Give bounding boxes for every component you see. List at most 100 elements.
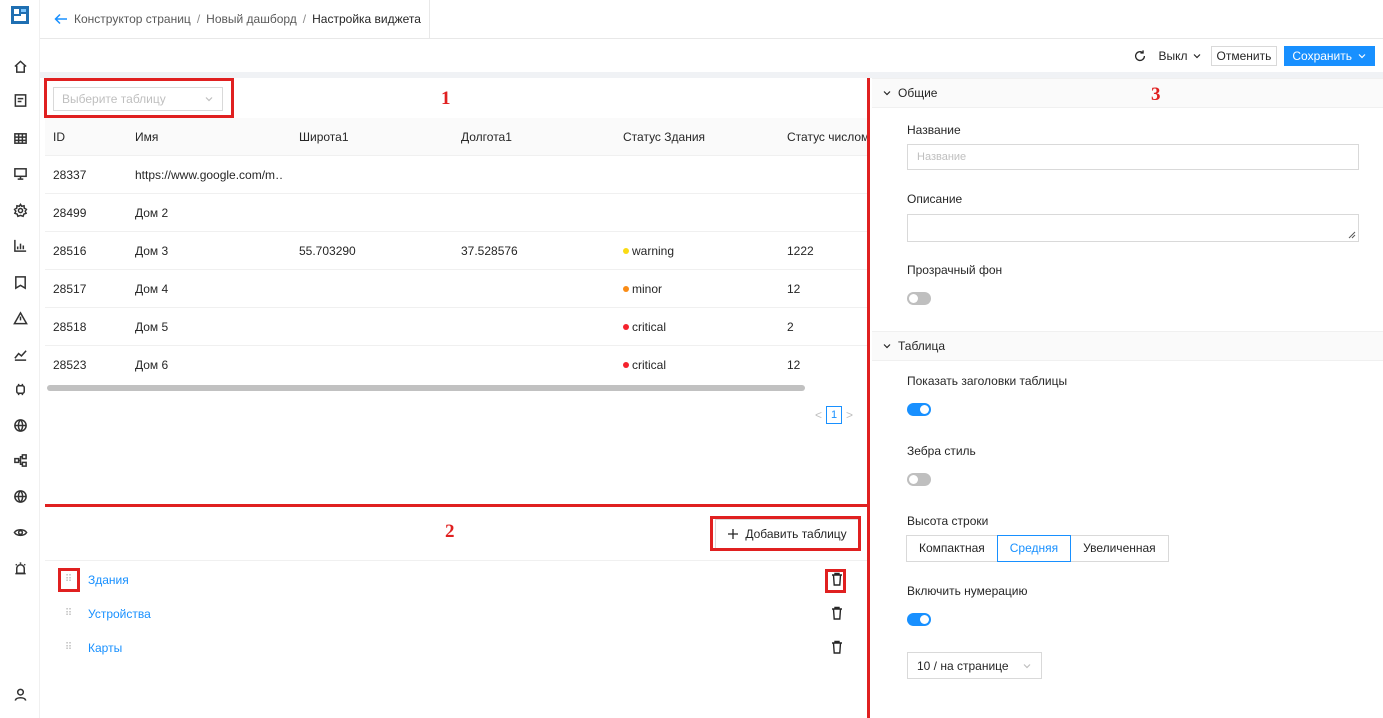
- cell-status: [623, 194, 773, 232]
- zebra-toggle[interactable]: [907, 473, 931, 486]
- row-height-large[interactable]: Увеличенная: [1070, 535, 1169, 562]
- bookmark-icon[interactable]: [10, 272, 30, 292]
- status-text: critical: [632, 358, 667, 372]
- breadcrumb-page-builder[interactable]: Конструктор страниц: [74, 12, 191, 26]
- table-link[interactable]: Устройства: [88, 606, 151, 622]
- auto-refresh-dropdown[interactable]: Выкл: [1159, 49, 1202, 63]
- cell-lat: [299, 346, 449, 384]
- save-button-label: Сохранить: [1292, 48, 1352, 63]
- eye-icon[interactable]: [10, 522, 30, 542]
- annotation-number-3: 3: [1151, 84, 1161, 105]
- annotation-number-2: 2: [445, 521, 455, 542]
- horizontal-scrollbar[interactable]: [47, 385, 805, 391]
- cell-lat: [299, 156, 449, 194]
- back-arrow-icon[interactable]: [53, 11, 69, 27]
- cell-id: 28516: [53, 244, 87, 258]
- globe-icon[interactable]: [10, 415, 30, 435]
- line-chart-icon[interactable]: [10, 344, 30, 364]
- column-header[interactable]: Статус числом: [787, 118, 867, 156]
- section-general-header[interactable]: Общие: [872, 78, 1383, 108]
- table-link[interactable]: Здания: [88, 572, 129, 588]
- alarm-icon[interactable]: [10, 558, 30, 578]
- description-textarea[interactable]: [907, 214, 1359, 242]
- cell-status: critical: [623, 346, 773, 384]
- device-icon[interactable]: [10, 379, 30, 399]
- chevron-down-icon: [883, 344, 891, 349]
- cancel-button[interactable]: Отменить: [1210, 45, 1278, 66]
- toggle-knob: [909, 475, 918, 484]
- annotation-box-trash: [825, 569, 846, 593]
- pagination-next[interactable]: >: [846, 408, 853, 422]
- resize-handle-icon[interactable]: [1348, 231, 1356, 239]
- user-icon[interactable]: [10, 684, 30, 704]
- section-table-header[interactable]: Таблица: [872, 331, 1383, 361]
- status-text: minor: [632, 282, 663, 296]
- row-height-medium[interactable]: Средняя: [996, 535, 1072, 562]
- show-headers-label: Показать заголовки таблицы: [907, 374, 1068, 388]
- monitor-icon[interactable]: [10, 163, 30, 183]
- column-header[interactable]: ID: [53, 118, 123, 156]
- page-size-select[interactable]: 10 / на странице: [907, 652, 1042, 679]
- toggle-knob: [920, 405, 929, 414]
- cell-id: 28337: [53, 168, 87, 182]
- chevron-down-icon: [1193, 53, 1200, 58]
- cell-lon: [461, 270, 611, 308]
- cell-name: Дом 3: [135, 244, 169, 258]
- trash-icon[interactable]: [830, 605, 844, 621]
- table-row[interactable]: 28516 Дом 3 55.703290 37.528576 warning …: [45, 232, 867, 270]
- table-row[interactable]: 28523 Дом 6 critical 12: [45, 346, 867, 384]
- zebra-label: Зебра стиль: [907, 444, 976, 458]
- save-button[interactable]: Сохранить: [1284, 45, 1375, 66]
- pagination-page[interactable]: 1: [826, 406, 843, 424]
- bar-chart-icon[interactable]: [10, 235, 30, 255]
- row-height-compact[interactable]: Компактная: [906, 535, 998, 562]
- column-header[interactable]: Долгота1: [461, 118, 611, 156]
- row-height-segmented: Компактная Средняя Увеличенная: [906, 535, 1169, 562]
- cluster-icon[interactable]: [10, 450, 30, 470]
- section-general-title: Общие: [898, 86, 938, 100]
- home-icon[interactable]: [10, 56, 30, 76]
- cell-status-number: 12: [787, 358, 801, 372]
- table-header-row: ID Имя Широта1 Долгота1 Статус Здания Ст…: [45, 118, 867, 156]
- trash-icon[interactable]: [830, 639, 844, 655]
- cell-lon: [461, 346, 611, 384]
- settings-gear-icon[interactable]: [10, 200, 30, 220]
- show-headers-toggle[interactable]: [907, 403, 931, 416]
- list-divider: [45, 560, 867, 561]
- globe-2-icon[interactable]: [10, 486, 30, 506]
- table-row[interactable]: 28517 Дом 4 minor 12: [45, 270, 867, 308]
- column-header[interactable]: Широта1: [299, 118, 449, 156]
- list-item[interactable]: ⠿ Карты: [45, 633, 867, 663]
- list-item[interactable]: ⠿ Устройства: [45, 599, 867, 629]
- cell-name: Дом 4: [135, 282, 169, 296]
- alert-triangle-icon[interactable]: [10, 308, 30, 328]
- cell-status-number: 1222: [787, 244, 814, 258]
- column-header[interactable]: Имя: [135, 118, 283, 156]
- status-dot-icon: [623, 361, 629, 368]
- table-link[interactable]: Карты: [88, 640, 122, 656]
- dashboard-icon[interactable]: [10, 90, 30, 110]
- annotation-box-table-select: [44, 78, 234, 118]
- app-logo-icon[interactable]: [11, 6, 29, 24]
- table-row[interactable]: 28499 Дом 2: [45, 194, 867, 232]
- annotation-divider-horizontal: [45, 504, 870, 507]
- table-icon[interactable]: [10, 128, 30, 148]
- refresh-icon[interactable]: [1133, 49, 1147, 63]
- list-item[interactable]: ⠿ Здания: [45, 565, 867, 595]
- toggle-knob: [920, 615, 929, 624]
- table-row[interactable]: 28518 Дом 5 critical 2: [45, 308, 867, 346]
- chevron-down-icon: [1023, 663, 1031, 668]
- name-input[interactable]: Название: [907, 144, 1359, 170]
- column-header[interactable]: Статус Здания: [623, 118, 773, 156]
- drag-handle-icon[interactable]: ⠿: [61, 606, 75, 622]
- breadcrumb-new-dashboard[interactable]: Новый дашборд: [206, 12, 297, 26]
- cell-id: 28499: [53, 206, 87, 220]
- pagination-prev[interactable]: <: [815, 408, 822, 422]
- cell-lon: [461, 156, 611, 194]
- cell-lat: [299, 194, 449, 232]
- transparent-bg-toggle[interactable]: [907, 292, 931, 305]
- table-row[interactable]: 28337 https://www.google.com/m…: [45, 156, 867, 194]
- numbering-toggle[interactable]: [907, 613, 931, 626]
- drag-handle-icon[interactable]: ⠿: [61, 640, 75, 656]
- cell-lon: 37.528576: [461, 244, 518, 258]
